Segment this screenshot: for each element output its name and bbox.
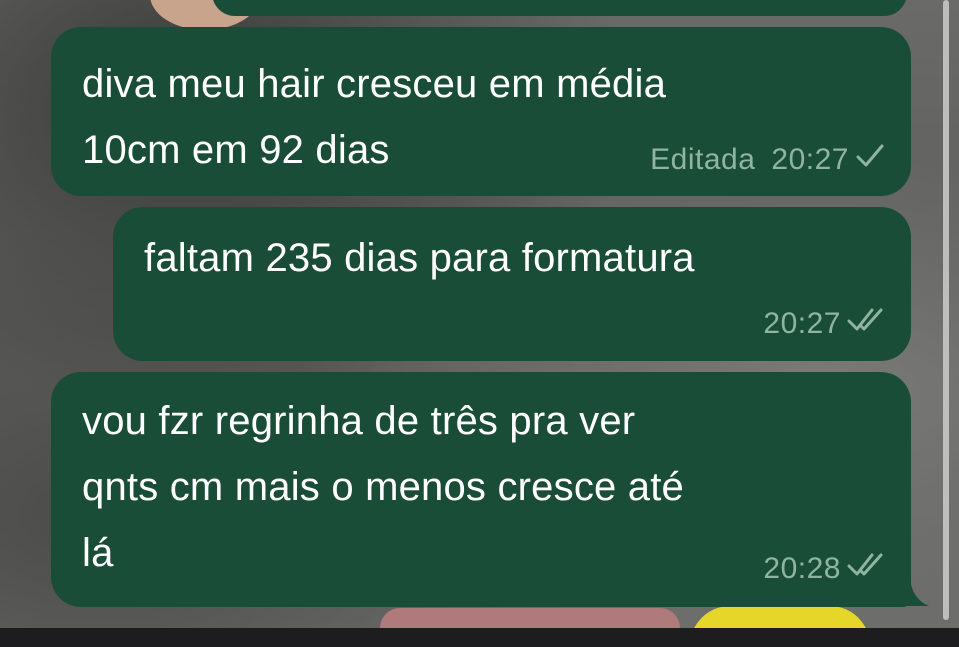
bubble-tail-icon — [895, 584, 929, 606]
previous-message-bubble[interactable] — [212, 0, 907, 16]
message-line: 10cm em 92 dias — [82, 128, 390, 172]
message-time: 20:27 — [763, 307, 841, 340]
message-line: faltam 235 dias para formatura — [144, 236, 695, 280]
message-time: 20:27 — [771, 143, 849, 176]
message-line: qnts cm mais o menos cresce até — [82, 465, 684, 509]
message-text: faltam 235 dias para formatura — [144, 225, 695, 291]
single-check-icon — [855, 143, 885, 177]
message-line: vou fzr regrinha de três pra ver — [82, 399, 636, 443]
message-meta: 20:27 — [763, 307, 885, 341]
message-meta: 20:28 — [763, 552, 885, 586]
message-text: diva meu hair cresceu em média 10cm em 9… — [82, 51, 666, 183]
message-bubble[interactable]: diva meu hair cresceu em média 10cm em 9… — [51, 27, 911, 196]
double-check-icon — [847, 552, 885, 586]
message-bubble[interactable]: vou fzr regrinha de três pra ver qnts cm… — [51, 372, 911, 607]
double-check-icon — [847, 307, 885, 341]
message-time: 20:28 — [763, 552, 841, 585]
bottom-bar — [0, 628, 959, 647]
message-meta: Editada 20:27 — [650, 143, 885, 177]
message-text: vou fzr regrinha de três pra ver qnts cm… — [82, 388, 684, 586]
scrollbar[interactable] — [943, 0, 949, 620]
edited-label: Editada — [650, 143, 756, 176]
message-line: diva meu hair cresceu em média — [82, 62, 667, 106]
message-line: lá — [82, 531, 114, 575]
message-bubble[interactable]: faltam 235 dias para formatura 20:27 — [113, 207, 911, 361]
